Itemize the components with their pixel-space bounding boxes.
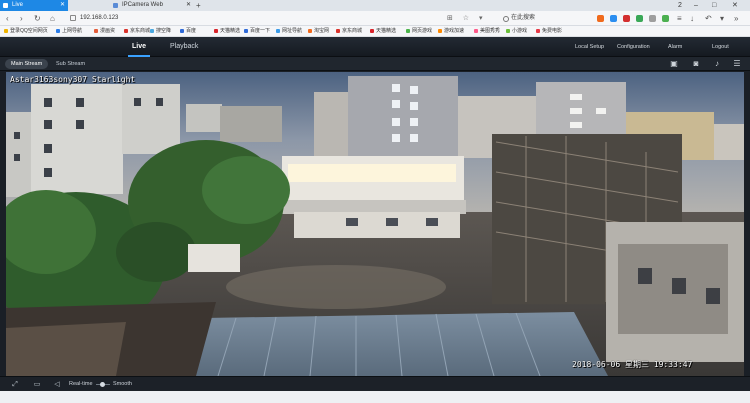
page-icon — [3, 3, 8, 8]
bookmark-item[interactable]: 京东商城 — [124, 26, 150, 37]
page-footer-area — [0, 391, 750, 403]
page-icon — [113, 3, 118, 8]
realtime-mode-label[interactable]: Real-time — [69, 377, 93, 392]
reload-icon[interactable]: ↻ — [34, 12, 41, 25]
bookmark-item[interactable]: 免费电影 — [536, 26, 562, 37]
sub-stream-button[interactable]: Sub Stream — [50, 59, 91, 69]
smooth-mode-label[interactable]: Smooth — [113, 377, 132, 392]
camera-name-overlay: Astar3163sony307 Starlight — [10, 75, 136, 84]
back-icon[interactable]: ‹ — [6, 12, 9, 25]
aspect-ratio-icon[interactable]: ▭ — [32, 380, 42, 389]
bookmark-item[interactable]: 淘宝网 — [308, 26, 329, 37]
bookmark-item[interactable]: 游戏加速 — [438, 26, 464, 37]
bookmarks-bar: 登录QQ空间网页 上网导航 漫画资 京东商城 搜空降 百度 天猫精选 百度一下 网址导航 淘宝网京… — [0, 26, 750, 37]
camera-scene — [6, 72, 744, 376]
tab-title: IPCamera Web — [122, 2, 163, 8]
bookmark-item[interactable]: 天猫精选 — [370, 26, 396, 37]
tab-ipcamera-web[interactable]: IPCamera Web ✕ — [110, 0, 194, 11]
stream-toolbar: Main Stream Sub Stream ▣ ◙ ♪ ☰ — [0, 57, 750, 71]
new-tab-button[interactable]: + — [196, 0, 201, 11]
menu-icon[interactable]: ☰ — [732, 59, 742, 69]
home-icon[interactable]: ⌂ — [50, 12, 55, 25]
menu-icon[interactable]: ≡ — [677, 12, 682, 25]
live-video-view[interactable]: Astar3163sony307 Starlight 2018-06-06 星期… — [6, 72, 744, 376]
bookmark-item[interactable]: 网址导航 — [276, 26, 302, 37]
latency-slider-knob[interactable] — [100, 382, 105, 387]
bookmark-item[interactable]: 美图秀秀 — [474, 26, 500, 37]
logout-link[interactable]: Logout — [712, 37, 729, 57]
bookmark-item[interactable]: 网页游戏 — [406, 26, 432, 37]
maximize-button[interactable]: □ — [712, 0, 716, 11]
search-input[interactable]: 在此搜索 — [502, 13, 580, 24]
overflow-icon[interactable]: » — [734, 12, 738, 25]
bookmark-item[interactable]: 百度 — [180, 26, 196, 37]
bookmark-item[interactable]: 上网导航 — [56, 26, 82, 37]
extension-icon[interactable] — [636, 15, 643, 22]
close-icon[interactable]: ✕ — [60, 0, 65, 11]
download-icon[interactable]: ↓ — [690, 12, 694, 25]
address-bar: ‹ › ↻ ⌂ 192.168.0.123 ⊞ ☆ ▾ 在此搜索 ≡ ↓ ↶ ▾… — [0, 11, 750, 26]
bookmark-item[interactable]: 百度一下 — [244, 26, 270, 37]
extension-icon[interactable] — [649, 15, 656, 22]
url-input[interactable]: 192.168.0.123 — [80, 13, 118, 24]
url-actions[interactable]: ⊞ ☆ ▾ — [447, 12, 487, 25]
playback-controls: ⤢ ▭ ◁ Real-time Smooth — [0, 376, 750, 391]
bookmark-item[interactable]: 登录QQ空间网页 — [4, 26, 48, 37]
tab-count-badge[interactable]: 2 — [678, 0, 682, 11]
nav-live[interactable]: Live — [127, 37, 151, 57]
volume-icon[interactable]: ◁ — [52, 380, 62, 389]
main-stream-button[interactable]: Main Stream — [5, 59, 49, 69]
undo-icon[interactable]: ↶ — [705, 12, 712, 25]
extension-icon[interactable] — [610, 15, 617, 22]
fullscreen-icon[interactable]: ⤢ — [10, 380, 20, 389]
configuration-link[interactable]: Configuration — [617, 37, 650, 57]
close-icon[interactable]: ✕ — [186, 0, 191, 11]
microphone-icon[interactable]: ♪ — [712, 59, 722, 69]
bookmark-item[interactable]: 漫画资 — [94, 26, 115, 37]
close-window-button[interactable]: ✕ — [732, 0, 738, 11]
minimize-button[interactable]: ‒ — [694, 0, 698, 11]
extension-icon[interactable] — [597, 15, 604, 22]
tab-live[interactable]: Live ✕ — [0, 0, 68, 11]
page-icon — [70, 15, 76, 21]
browser-tabbar: Live ✕ IPCamera Web ✕ + 2 ‒ □ ✕ — [0, 0, 750, 11]
timestamp-overlay: 2018-06-06 星期三 19:33:47 — [572, 360, 693, 369]
bookmark-item[interactable]: 搜空降 — [150, 26, 171, 37]
alarm-link[interactable]: Alarm — [668, 37, 682, 57]
tab-title: Live — [12, 2, 24, 8]
bookmark-item[interactable]: 京东商城 — [336, 26, 362, 37]
bookmark-item[interactable]: 天猫精选 — [214, 26, 240, 37]
app-header: Live Playback Local Setup Configuration … — [0, 37, 750, 57]
extension-icon[interactable] — [623, 15, 630, 22]
nav-playback[interactable]: Playback — [170, 37, 198, 57]
bookmark-item[interactable]: 小游戏 — [506, 26, 527, 37]
camera-icon[interactable]: ◙ — [691, 59, 701, 69]
local-setup-link[interactable]: Local Setup — [575, 37, 604, 57]
forward-icon[interactable]: › — [20, 12, 23, 25]
extension-icon[interactable] — [662, 15, 669, 22]
settings-icon[interactable]: ▾ — [720, 12, 724, 25]
record-icon[interactable]: ▣ — [669, 59, 679, 69]
